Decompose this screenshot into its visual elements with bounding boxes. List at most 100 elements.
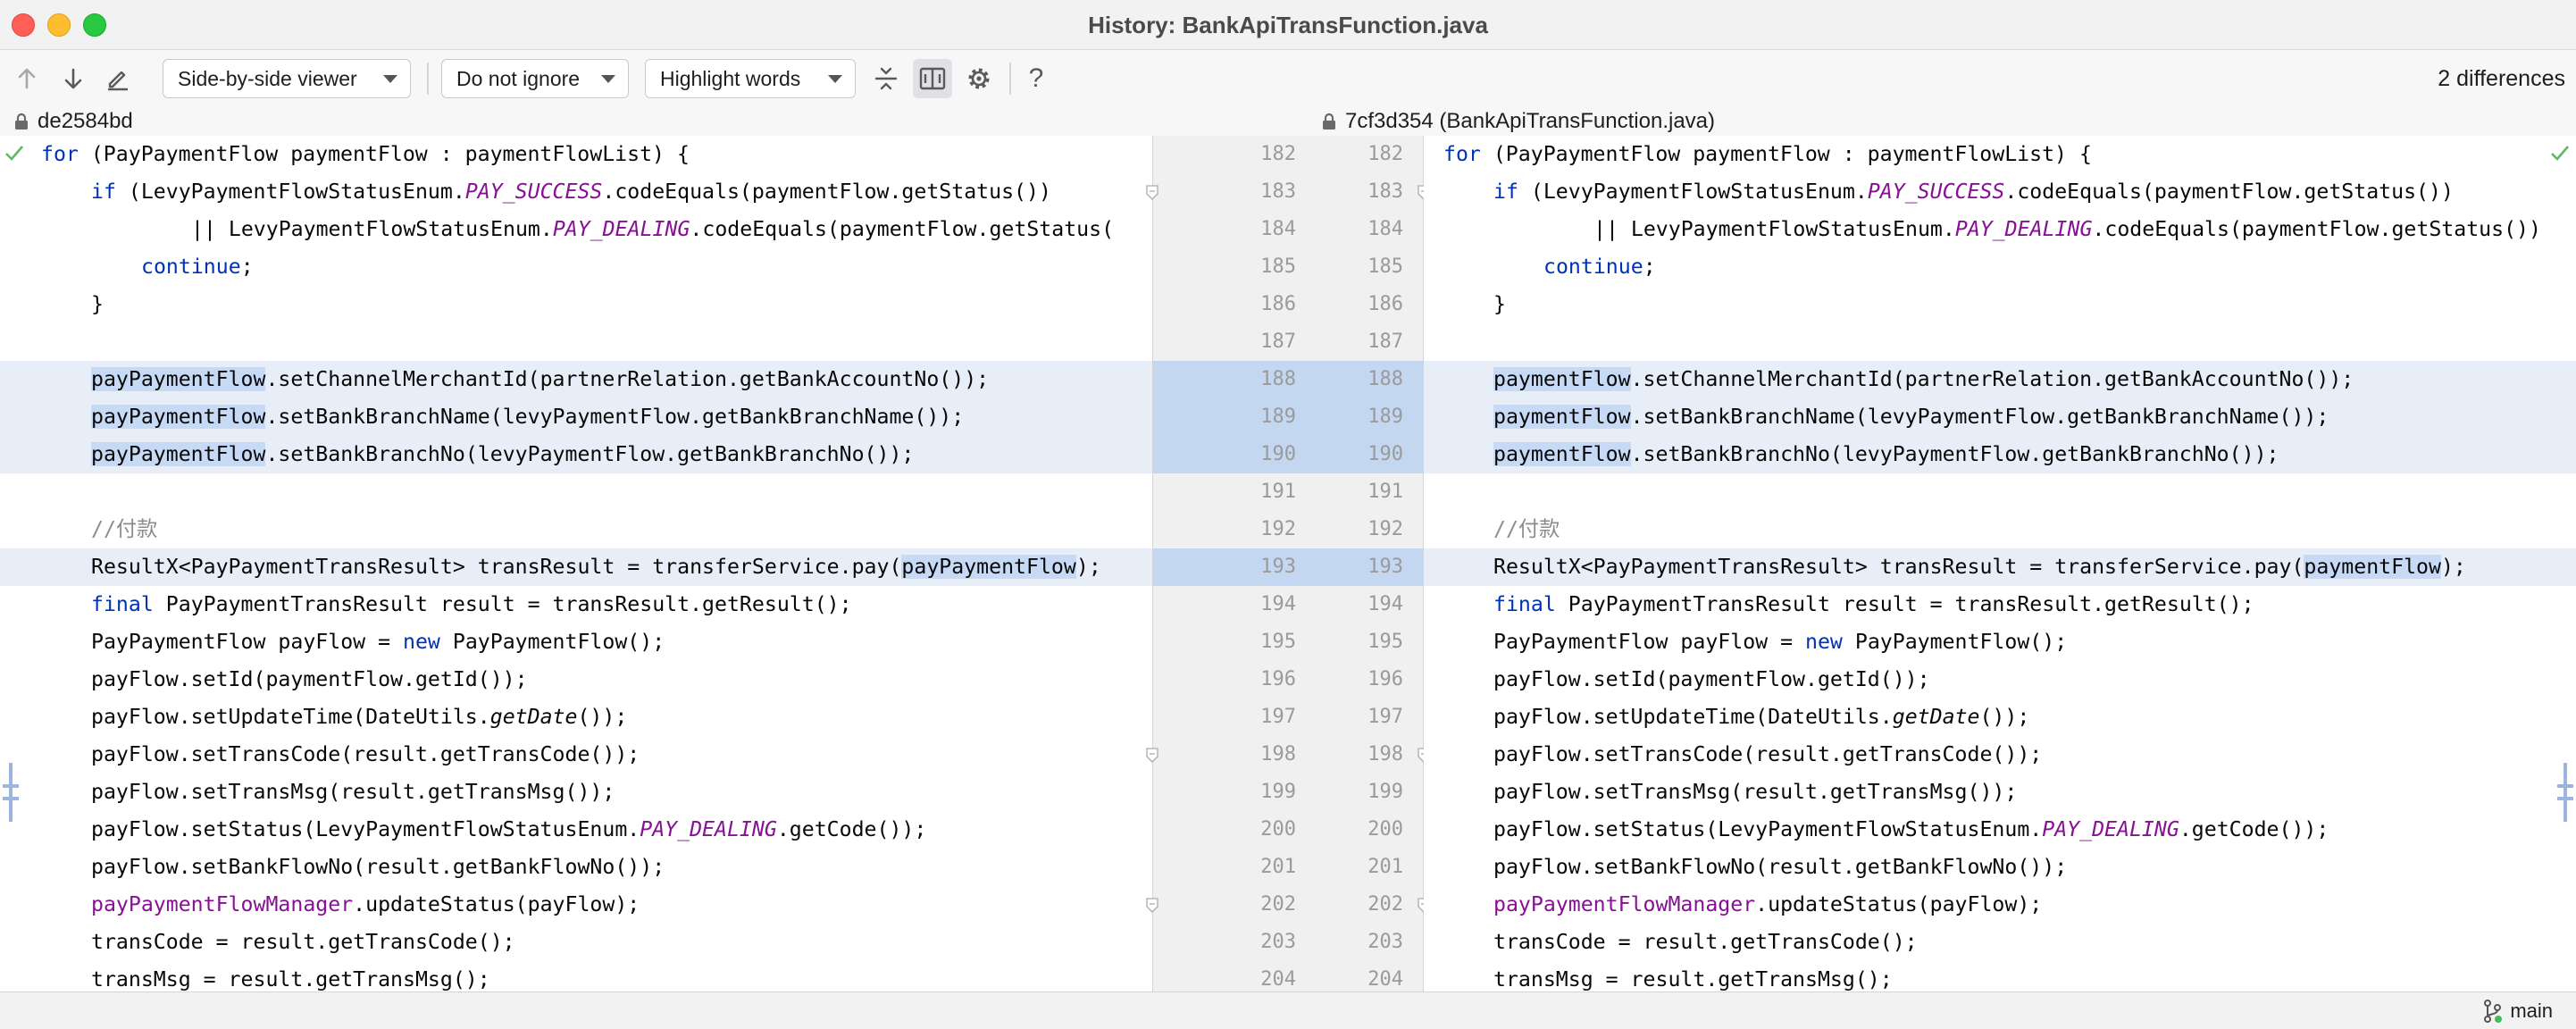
right-code-line[interactable]: final PayPaymentTransResult result = tra… [1424, 586, 2576, 623]
right-code-line[interactable]: paymentFlow.setBankBranchName(levyPaymen… [1424, 398, 2576, 436]
code-token: ; [240, 255, 254, 279]
right-code-line[interactable]: payFlow.setId(paymentFlow.getId()); [1424, 661, 2576, 699]
viewer-mode-dropdown[interactable]: Side-by-side viewer [163, 59, 411, 98]
left-code-lines: for (PayPaymentFlow paymentFlow : paymen… [0, 136, 1152, 991]
right-code-line[interactable]: payFlow.setStatus(LevyPaymentFlowStatusE… [1424, 811, 2576, 849]
left-code-text: payPaymentFlow.setBankBranchName(levyPay… [91, 398, 964, 436]
right-code-line[interactable]: payFlow.setUpdateTime(DateUtils.getDate(… [1424, 699, 2576, 736]
left-line-number: 186 [1260, 293, 1296, 315]
left-code-line[interactable]: transCode = result.getTransCode(); [0, 924, 1152, 961]
right-code-line[interactable]: payPaymentFlowManager.updateStatus(payFl… [1424, 886, 2576, 924]
right-code-line[interactable]: payFlow.setTransMsg(result.getTransMsg()… [1424, 774, 2576, 811]
right-line-number: 188 [1367, 368, 1403, 390]
right-code-line[interactable]: for (PayPaymentFlow paymentFlow : paymen… [1424, 136, 2576, 173]
left-code-line[interactable]: ResultX<PayPaymentTransResult> transResu… [0, 548, 1152, 586]
ignore-whitespace-dropdown[interactable]: Do not ignore [441, 59, 629, 98]
right-revision-label: 7cf3d354 (BankApiTransFunction.java) [1345, 109, 1715, 133]
collapse-unchanged-button[interactable] [866, 59, 906, 98]
left-code-line[interactable]: final PayPaymentTransResult result = tra… [0, 586, 1152, 623]
fold-marker-icon[interactable] [1145, 747, 1159, 763]
left-code-line[interactable]: if (LevyPaymentFlowStatusEnum.PAY_SUCCES… [0, 173, 1152, 211]
left-editor[interactable]: for (PayPaymentFlow paymentFlow : paymen… [0, 136, 1152, 991]
sync-scroll-button[interactable] [913, 59, 952, 98]
left-code-line[interactable]: payFlow.setBankFlowNo(result.getBankFlow… [0, 849, 1152, 886]
right-code-line[interactable]: ResultX<PayPaymentTransResult> transResu… [1424, 548, 2576, 586]
prev-diff-icon [18, 68, 36, 89]
left-code-text: payPaymentFlow.setBankBranchNo(levyPayme… [91, 436, 914, 473]
right-revision: 7cf3d354 (BankApiTransFunction.java) [1322, 107, 1715, 136]
left-code-line[interactable]: || LevyPaymentFlowStatusEnum.PAY_DEALING… [0, 211, 1152, 248]
prev-diff-button[interactable] [7, 59, 46, 98]
code-token: PayPaymentFlow(); [439, 630, 665, 654]
right-code-line[interactable]: if (LevyPaymentFlowStatusEnum.PAY_SUCCES… [1424, 173, 2576, 211]
scrollbar-marker-icon[interactable] [2555, 761, 2576, 824]
right-code-line[interactable]: continue; [1424, 248, 2576, 286]
left-code-line[interactable]: //付款 [0, 511, 1152, 548]
left-code-line[interactable]: payFlow.setUpdateTime(DateUtils.getDate(… [0, 699, 1152, 736]
code-token: payFlow.setUpdateTime(DateUtils. [91, 705, 490, 729]
right-code-line[interactable]: } [1424, 286, 2576, 323]
fold-marker-icon[interactable] [1145, 897, 1159, 913]
gutter-row: 203 203 [1153, 924, 1423, 961]
left-code-text: continue; [141, 248, 254, 286]
right-code-text: if (LevyPaymentFlowStatusEnum.PAY_SUCCES… [1493, 173, 2454, 211]
scrollbar-marker-icon[interactable] [0, 761, 21, 824]
left-code-line[interactable]: payFlow.setTransCode(result.getTransCode… [0, 736, 1152, 774]
right-code-line[interactable] [1424, 323, 2576, 361]
right-code-line[interactable]: paymentFlow.setChannelMerchantId(partner… [1424, 361, 2576, 398]
right-code-line[interactable]: || LevyPaymentFlowStatusEnum.PAY_DEALING… [1424, 211, 2576, 248]
right-code-line[interactable]: //付款 [1424, 511, 2576, 548]
code-token: PayPaymentTransResult result = transResu… [1555, 592, 2254, 616]
right-code-line[interactable]: transMsg = result.getTransMsg(); [1424, 961, 2576, 991]
left-code-line[interactable]: payPaymentFlow.setBankBranchName(levyPay… [0, 398, 1152, 436]
highlight-mode-dropdown[interactable]: Highlight words [645, 59, 856, 98]
line-number-gutter: 182 182 183 183 184 184 185 185 186 186 187 187 188 1… [1146, 136, 1430, 991]
right-code-line[interactable] [1424, 473, 2576, 511]
fold-marker-icon[interactable] [1145, 184, 1159, 200]
right-line-number: 187 [1367, 330, 1403, 353]
left-code-line[interactable]: PayPaymentFlow payFlow = new PayPaymentF… [0, 623, 1152, 661]
git-branch-widget[interactable]: main [2483, 992, 2553, 1029]
code-token: //付款 [91, 517, 158, 541]
code-token: .codeEquals(paymentFlow.getStatus()) [2092, 217, 2541, 241]
code-token: ResultX<PayPaymentTransResult> transResu… [1493, 555, 2304, 579]
right-code-line[interactable]: paymentFlow.setBankBranchNo(levyPaymentF… [1424, 436, 2576, 473]
left-code-line[interactable]: payFlow.setId(paymentFlow.getId()); [0, 661, 1152, 699]
code-token: .getCode()); [2179, 817, 2329, 841]
left-code-line[interactable]: payFlow.setTransMsg(result.getTransMsg()… [0, 774, 1152, 811]
code-token: payFlow.setId(paymentFlow.getId()); [91, 667, 528, 691]
left-code-line[interactable]: for (PayPaymentFlow paymentFlow : paymen… [0, 136, 1152, 173]
gutter-row: 199 199 [1153, 774, 1423, 811]
left-code-line[interactable]: payPaymentFlow.setBankBranchNo(levyPayme… [0, 436, 1152, 473]
right-code-text: paymentFlow.setBankBranchNo(levyPaymentF… [1493, 436, 2279, 473]
left-code-line[interactable]: transMsg = result.getTransMsg(); [0, 961, 1152, 991]
left-code-line[interactable]: payPaymentFlow.setChannelMerchantId(part… [0, 361, 1152, 398]
help-button[interactable]: ? [1016, 59, 1056, 98]
code-token: || LevyPaymentFlowStatusEnum. [1593, 217, 1955, 241]
right-code-line[interactable]: PayPaymentFlow payFlow = new PayPaymentF… [1424, 623, 2576, 661]
left-code-line[interactable] [0, 323, 1152, 361]
right-line-number: 191 [1367, 481, 1403, 503]
right-line-number: 197 [1367, 706, 1403, 728]
code-token: new [403, 630, 440, 654]
right-code-text: final PayPaymentTransResult result = tra… [1493, 586, 2254, 623]
gutter-row: 196 196 [1153, 661, 1423, 699]
code-token: PayPaymentFlow payFlow = [1493, 630, 1806, 654]
right-code-line[interactable]: payFlow.setTransCode(result.getTransCode… [1424, 736, 2576, 774]
right-code-line[interactable]: transCode = result.getTransCode(); [1424, 924, 2576, 961]
differences-count: 2 differences [2438, 66, 2565, 91]
left-code-line[interactable] [0, 473, 1152, 511]
left-code-line[interactable]: } [0, 286, 1152, 323]
next-diff-button[interactable] [54, 59, 93, 98]
right-editor[interactable]: for (PayPaymentFlow paymentFlow : paymen… [1424, 136, 2576, 991]
left-code-line[interactable]: continue; [0, 248, 1152, 286]
edit-source-button[interactable] [98, 59, 138, 98]
code-token: } [91, 292, 104, 316]
settings-button[interactable] [959, 59, 999, 98]
left-code-line[interactable]: payFlow.setStatus(LevyPaymentFlowStatusE… [0, 811, 1152, 849]
lock-icon [15, 113, 28, 130]
left-revision-label: de2584bd [38, 109, 133, 133]
code-token: payFlow.setTransMsg(result.getTransMsg()… [1493, 780, 2018, 804]
right-code-line[interactable]: payFlow.setBankFlowNo(result.getBankFlow… [1424, 849, 2576, 886]
left-code-line[interactable]: payPaymentFlowManager.updateStatus(payFl… [0, 886, 1152, 924]
